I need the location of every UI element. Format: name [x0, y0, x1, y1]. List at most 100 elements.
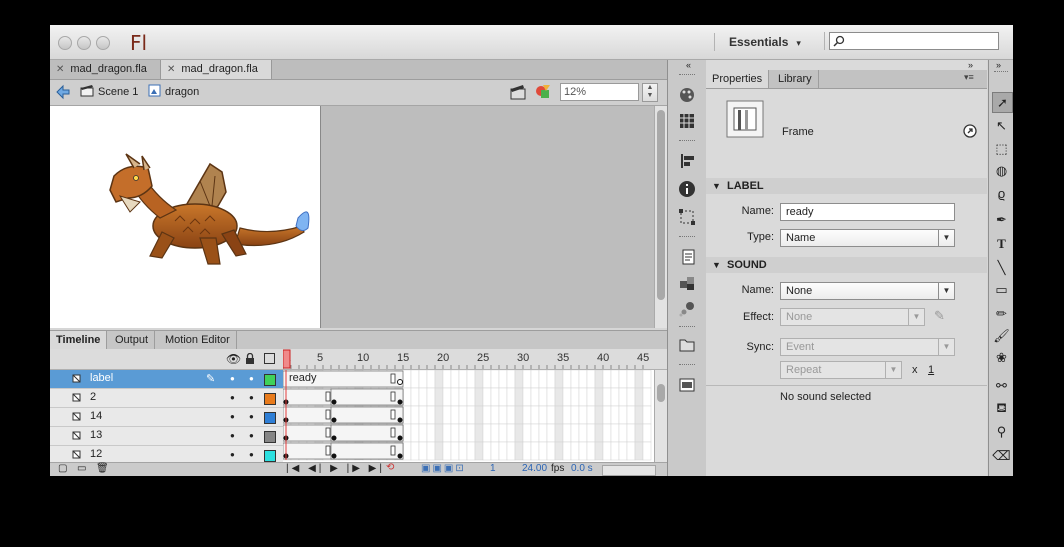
- frame-name-input[interactable]: ready: [780, 203, 955, 221]
- lock-icon[interactable]: [245, 353, 255, 365]
- tab-output[interactable]: Output: [109, 331, 156, 349]
- lock-dot[interactable]: ●: [249, 412, 254, 421]
- dragon-artwork[interactable]: [50, 106, 320, 328]
- lasso-tool-icon[interactable]: ϱ: [992, 184, 1011, 203]
- panel-menu-icon[interactable]: ▾≡: [964, 72, 974, 83]
- breadcrumb-symbol[interactable]: dragon: [148, 84, 199, 100]
- lock-dot[interactable]: ●: [249, 374, 254, 383]
- dock-grip[interactable]: [679, 74, 695, 77]
- back-arrow-icon[interactable]: [55, 84, 71, 100]
- tab-timeline[interactable]: Timeline: [50, 331, 108, 349]
- dock-grip[interactable]: [679, 364, 695, 367]
- loop-icon[interactable]: ⟲: [386, 462, 394, 473]
- eye-icon[interactable]: 👁: [226, 352, 241, 366]
- doc-tab-2[interactable]: ✕ mad_dragon.fla: [161, 60, 272, 79]
- expand-arrow-icon[interactable]: »: [968, 60, 973, 70]
- new-layer-icon[interactable]: ▢: [58, 463, 67, 474]
- rectangle-tool-icon[interactable]: ▭: [992, 280, 1011, 299]
- bone-tool-icon[interactable]: ⚯: [992, 376, 1011, 395]
- lock-dot[interactable]: ●: [249, 431, 254, 440]
- layer-outline-color[interactable]: [264, 412, 276, 424]
- trash-icon[interactable]: 🗑: [96, 463, 109, 474]
- lock-dot[interactable]: ●: [249, 450, 254, 459]
- close-window-button[interactable]: [58, 36, 72, 50]
- text-tool-icon[interactable]: T: [992, 234, 1011, 253]
- repeat-count[interactable]: 1: [928, 364, 934, 376]
- frame-cells[interactable]: [283, 370, 654, 462]
- edit-symbols-icon[interactable]: [534, 83, 552, 101]
- stage-vertical-scrollbar[interactable]: [654, 106, 668, 328]
- layer-row[interactable]: 14 ● ●: [50, 408, 283, 427]
- timeline-horizontal-scrollbar[interactable]: [602, 465, 656, 476]
- visibility-dot[interactable]: ●: [230, 393, 235, 402]
- 3d-rotation-tool-icon[interactable]: ◍: [992, 161, 1011, 180]
- sync-select[interactable]: Event ▼: [780, 338, 955, 356]
- pen-tool-icon[interactable]: ✒: [992, 210, 1011, 229]
- current-frame-value[interactable]: 1: [490, 463, 496, 474]
- tab-motion-editor[interactable]: Motion Editor: [159, 331, 237, 349]
- dock-grip[interactable]: [679, 140, 695, 143]
- pencil-tool-icon[interactable]: ✏: [992, 304, 1011, 323]
- line-tool-icon[interactable]: ╲: [992, 258, 1011, 277]
- layer-row[interactable]: 13 ● ●: [50, 427, 283, 446]
- dock-grip[interactable]: [679, 326, 695, 329]
- workspace-switcher[interactable]: Essentials ▾: [714, 33, 801, 51]
- free-transform-tool-icon[interactable]: ⬚: [992, 139, 1011, 158]
- onion-skin-icons[interactable]: ▣▣▣⊡: [421, 463, 466, 474]
- dock-grip[interactable]: [679, 236, 695, 239]
- close-tab-icon[interactable]: ✕: [56, 64, 64, 75]
- zoom-stepper[interactable]: ▲ ▼: [642, 83, 658, 102]
- effect-select[interactable]: None ▼: [780, 308, 925, 326]
- outline-icon[interactable]: [264, 353, 275, 364]
- visibility-dot[interactable]: ●: [230, 374, 235, 383]
- layer-row[interactable]: label ✎ ● ●: [50, 370, 283, 389]
- timeline-vertical-scrollbar[interactable]: [654, 370, 668, 462]
- collapse-arrow-icon[interactable]: «: [686, 60, 691, 70]
- deco-tool-icon[interactable]: ❀: [992, 348, 1011, 367]
- selection-tool-icon[interactable]: ➚: [992, 92, 1013, 113]
- frames-grid[interactable]: ready: [283, 370, 654, 462]
- layer-outline-color[interactable]: [264, 450, 276, 462]
- transform-icon[interactable]: [678, 208, 696, 226]
- info-icon[interactable]: [678, 180, 696, 198]
- stage-pasteboard[interactable]: [50, 106, 654, 328]
- tab-library[interactable]: Library: [772, 70, 819, 88]
- layer-outline-color[interactable]: [264, 393, 276, 405]
- project-icon[interactable]: [678, 336, 696, 354]
- doc-tab-1[interactable]: ✕ mad_dragon.fla: [50, 60, 161, 79]
- align-icon[interactable]: [678, 152, 696, 170]
- zoom-window-button[interactable]: [96, 36, 110, 50]
- label-section-header[interactable]: ▼ LABEL: [706, 178, 987, 194]
- visibility-dot[interactable]: ●: [230, 412, 235, 421]
- breadcrumb-scene[interactable]: Scene 1: [80, 84, 138, 100]
- subselection-tool-icon[interactable]: ↖: [992, 116, 1011, 135]
- color-palette-icon[interactable]: [678, 86, 696, 104]
- visibility-dot[interactable]: ●: [230, 450, 235, 459]
- expand-arrow-icon[interactable]: »: [996, 60, 1001, 70]
- dock-grip[interactable]: [994, 71, 1008, 72]
- brush-tool-icon[interactable]: 🖌: [992, 326, 1011, 345]
- zoom-input[interactable]: 12%: [560, 83, 639, 101]
- new-folder-icon[interactable]: ▭: [77, 463, 86, 474]
- code-snippets-icon[interactable]: [678, 248, 696, 266]
- repeat-select[interactable]: Repeat ▼: [780, 361, 902, 379]
- lock-dot[interactable]: ●: [249, 393, 254, 402]
- library-icon[interactable]: [678, 376, 696, 394]
- edit-scene-icon[interactable]: [510, 84, 526, 100]
- sound-section-header[interactable]: ▼ SOUND: [706, 257, 987, 273]
- edit-envelope-icon[interactable]: ✎: [934, 308, 945, 324]
- help-search-input[interactable]: [829, 32, 999, 50]
- swatches-icon[interactable]: [678, 112, 696, 130]
- layer-outline-color[interactable]: [264, 374, 276, 386]
- eyedropper-tool-icon[interactable]: ⚲: [992, 422, 1011, 441]
- label-type-select[interactable]: Name ▼: [780, 229, 955, 247]
- sound-name-select[interactable]: None ▼: [780, 282, 955, 300]
- components-icon[interactable]: [678, 274, 696, 292]
- layer-row[interactable]: 2 ● ●: [50, 389, 283, 408]
- layer-outline-color[interactable]: [264, 431, 276, 443]
- frame-ruler[interactable]: 151015202530354045: [283, 349, 654, 369]
- help-link-icon[interactable]: [963, 124, 977, 138]
- tab-properties[interactable]: Properties: [706, 70, 770, 88]
- fps-value[interactable]: 24.00: [522, 463, 547, 474]
- minimize-window-button[interactable]: [77, 36, 91, 50]
